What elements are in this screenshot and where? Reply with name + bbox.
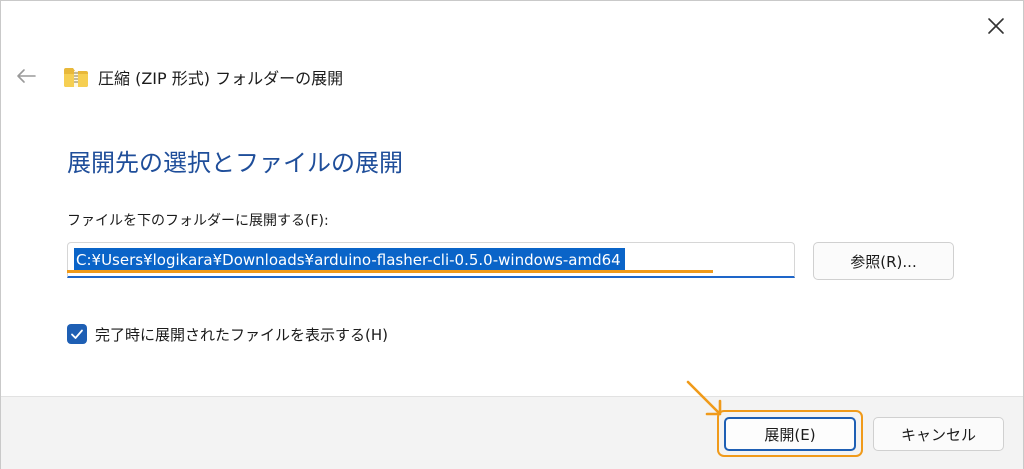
cancel-button[interactable]: キャンセル	[873, 417, 1004, 451]
dialog-footer	[1, 396, 1023, 469]
close-icon	[988, 18, 1004, 34]
annotation-arrow-icon	[686, 380, 722, 416]
window-title-bar: 圧縮 (ZIP 形式) フォルダーの展開	[63, 64, 343, 90]
show-files-label: 完了時に展開されたファイルを表示する(H)	[95, 325, 388, 344]
show-files-option[interactable]: 完了時に展開されたファイルを表示する(H)	[67, 322, 388, 346]
extract-button[interactable]: 展開(E)	[724, 417, 856, 451]
browse-button[interactable]: 参照(R)...	[813, 242, 954, 280]
close-button[interactable]	[979, 10, 1013, 42]
page-heading: 展開先の選択とファイルの展開	[67, 149, 403, 177]
window-title: 圧縮 (ZIP 形式) フォルダーの展開	[98, 69, 344, 88]
show-files-checkbox[interactable]	[67, 324, 87, 344]
destination-label: ファイルを下のフォルダーに展開する(F):	[67, 213, 329, 229]
destination-path-value: C:¥Users¥logikara¥Downloads¥arduino-flas…	[74, 247, 625, 272]
zip-folder-icon	[64, 68, 88, 87]
back-button[interactable]	[11, 61, 41, 91]
annotation-underline	[67, 270, 713, 273]
back-arrow-icon	[17, 69, 36, 83]
extract-dialog: 圧縮 (ZIP 形式) フォルダーの展開 展開先の選択とファイルの展開 ファイル…	[0, 0, 1024, 469]
checkmark-icon	[71, 329, 83, 339]
